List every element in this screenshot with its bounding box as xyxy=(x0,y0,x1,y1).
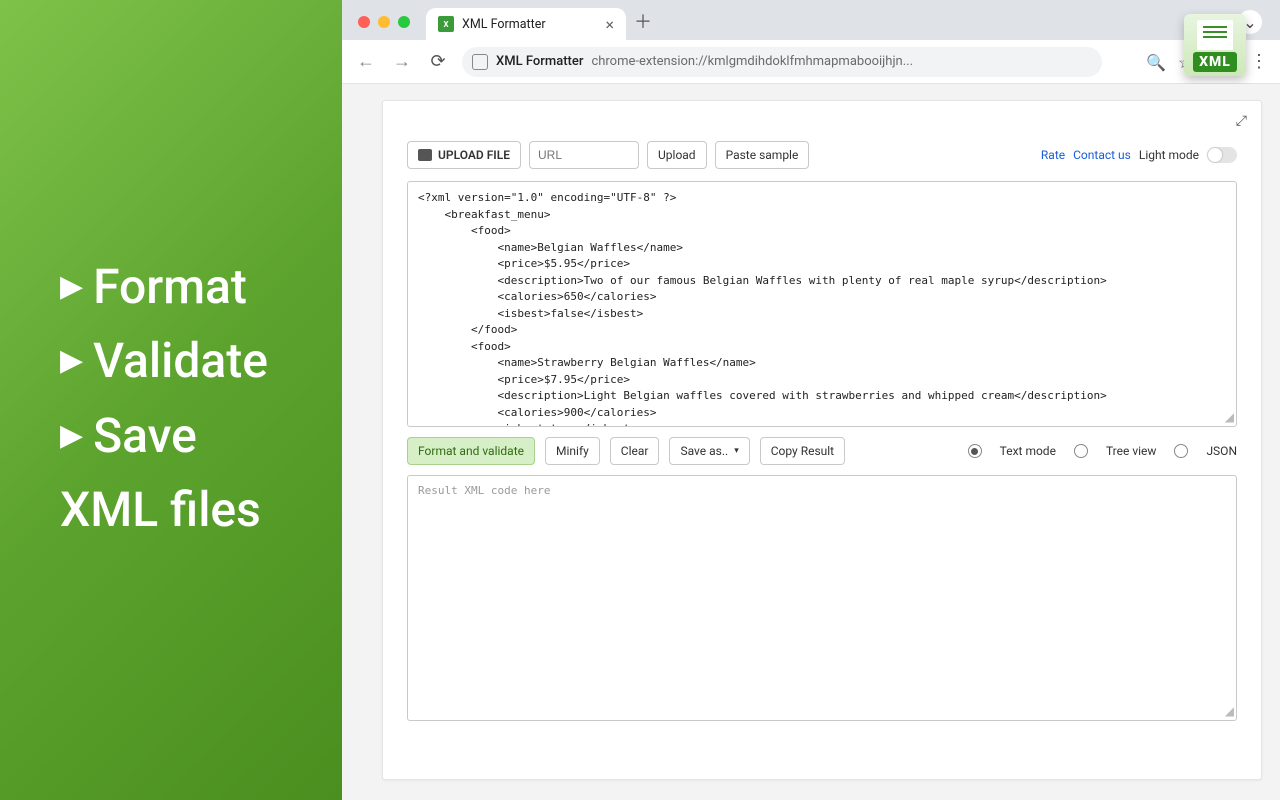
window-close-icon[interactable] xyxy=(358,16,370,28)
result-textarea[interactable]: Result XML code here ◢ xyxy=(407,475,1237,721)
upload-file-button[interactable]: Upload file xyxy=(407,141,521,169)
theme-toggle[interactable] xyxy=(1207,147,1237,163)
xml-input-textarea[interactable]: <?xml version="1.0" encoding="UTF-8" ?> … xyxy=(407,181,1237,427)
result-placeholder: Result XML code here xyxy=(408,476,1236,505)
app-card: ⤢ Upload file Upload Paste sample Rate C… xyxy=(382,100,1262,780)
minify-button[interactable]: Minify xyxy=(545,437,600,465)
extension-chip-icon xyxy=(472,54,488,70)
omnibox[interactable]: XML Formatter chrome-extension://kmlgmdi… xyxy=(462,47,1102,77)
upload-button[interactable]: Upload xyxy=(647,141,707,169)
tab-favicon-icon: X xyxy=(438,16,454,32)
contact-link[interactable]: Contact us xyxy=(1073,148,1131,162)
zoom-icon[interactable]: 🔍 xyxy=(1146,53,1164,71)
view-tree-radio[interactable] xyxy=(1074,444,1088,458)
browser-window: XML X XML Formatter × ＋ ⌄ ← → ⟳ XML Form… xyxy=(342,0,1280,800)
top-toolbar: Upload file Upload Paste sample Rate Con… xyxy=(407,141,1237,169)
view-tree-label: Tree view xyxy=(1106,444,1157,458)
expand-icon[interactable]: ⤢ xyxy=(1236,113,1247,129)
extension-name: XML Formatter xyxy=(496,54,583,69)
save-as-button[interactable]: Save as.. ▾ xyxy=(669,437,749,465)
chevron-down-icon: ▾ xyxy=(734,446,739,456)
extension-badge-icon: XML xyxy=(1184,14,1246,76)
tab-title: XML Formatter xyxy=(462,17,546,32)
promo-item: ▶Validate xyxy=(60,324,302,398)
nav-forward-icon: → xyxy=(390,51,414,72)
rate-link[interactable]: Rate xyxy=(1041,148,1065,162)
promo-panel: ▶Format ▶Validate ▶Save XML files xyxy=(0,0,342,800)
light-mode-label: Light mode xyxy=(1139,148,1199,162)
action-bar: Format and validate Minify Clear Save as… xyxy=(407,437,1237,465)
copy-result-button[interactable]: Copy Result xyxy=(760,437,845,465)
browser-tab[interactable]: X XML Formatter × xyxy=(426,8,626,40)
omnibox-url: chrome-extension://kmlgmdihdoklfmhmapmab… xyxy=(591,54,913,69)
clear-button[interactable]: Clear xyxy=(610,437,660,465)
promo-tagline: XML files xyxy=(60,473,302,547)
view-text-label: Text mode xyxy=(1000,444,1056,458)
folder-icon xyxy=(418,149,432,161)
view-text-radio[interactable] xyxy=(968,444,982,458)
format-validate-button[interactable]: Format and validate xyxy=(407,437,535,465)
browser-menu-icon[interactable]: ⋮ xyxy=(1250,51,1268,72)
resize-handle-icon[interactable]: ◢ xyxy=(1225,704,1234,718)
address-bar: ← → ⟳ XML Formatter chrome-extension://k… xyxy=(342,40,1280,84)
window-maximize-icon[interactable] xyxy=(398,16,410,28)
nav-reload-icon[interactable]: ⟳ xyxy=(426,51,450,72)
tab-strip: X XML Formatter × ＋ ⌄ xyxy=(342,0,1280,40)
url-input[interactable] xyxy=(529,141,639,169)
tab-close-icon[interactable]: × xyxy=(606,15,615,34)
window-minimize-icon[interactable] xyxy=(378,16,390,28)
view-json-label: JSON xyxy=(1206,444,1237,458)
resize-handle-icon[interactable]: ◢ xyxy=(1225,410,1234,424)
nav-back-icon[interactable]: ← xyxy=(354,51,378,72)
new-tab-button[interactable]: ＋ xyxy=(634,8,652,34)
promo-item: ▶Save xyxy=(60,399,302,473)
paste-sample-button[interactable]: Paste sample xyxy=(715,141,810,169)
view-json-radio[interactable] xyxy=(1174,444,1188,458)
promo-item: ▶Format xyxy=(60,250,302,324)
